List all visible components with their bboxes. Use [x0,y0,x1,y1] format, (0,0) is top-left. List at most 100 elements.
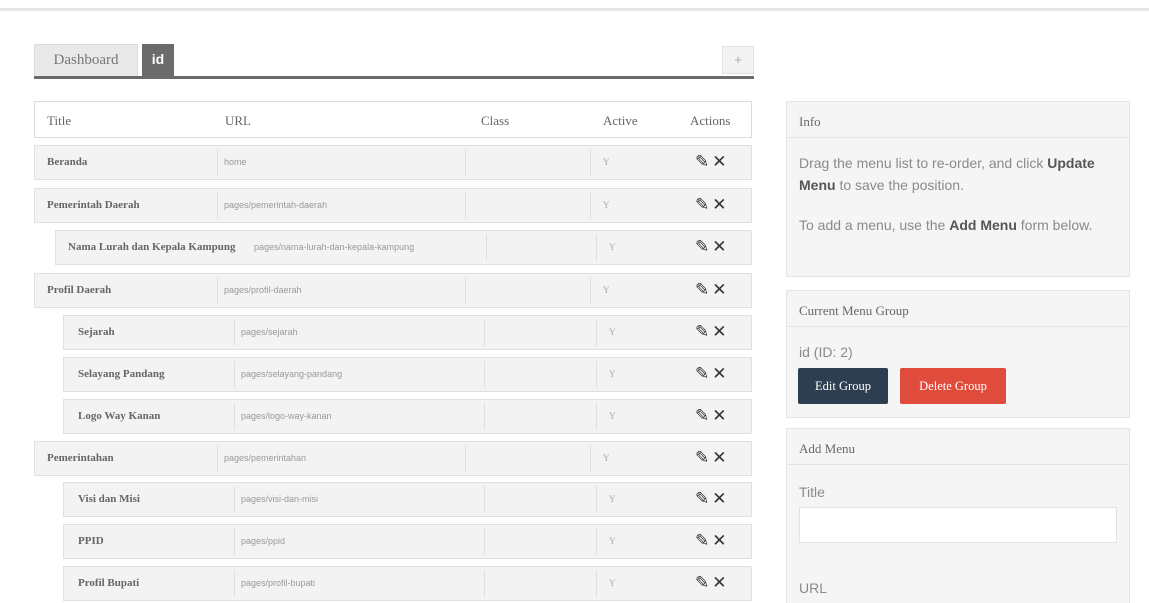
menu-item-active: Y [596,319,616,346]
menu-item-title: Profil Bupati [78,577,140,589]
menu-item-active: Y [596,528,616,555]
row-actions: ✎ ✕ [695,489,727,509]
menu-item-class [486,234,487,261]
menu-row[interactable]: Beranda home Y ✎ ✕ [34,145,752,180]
delete-icon[interactable]: ✕ [712,406,726,426]
menu-row[interactable]: Selayang Pandang pages/selayang-pandang … [63,357,752,392]
menu-item-url: pages/nama-lurah-dan-kepala-kampung [254,242,415,252]
menu-row[interactable]: Profil Daerah pages/profil-daerah Y ✎ ✕ [34,273,752,308]
delete-icon[interactable]: ✕ [712,152,726,172]
menu-item-active: Y [590,149,610,176]
menu-item-url: home [217,149,247,176]
menu-item-title: Pemerintah Daerah [47,199,140,211]
menu-item-active: Y [596,403,616,430]
row-actions: ✎ ✕ [695,573,727,593]
header-active: Active [603,113,638,128]
edit-icon[interactable]: ✎ [695,448,709,468]
delete-icon[interactable]: ✕ [712,280,726,300]
row-actions: ✎ ✕ [695,152,727,172]
menu-item-title: Logo Way Kanan [78,410,161,422]
delete-icon[interactable]: ✕ [712,322,726,342]
delete-group-button[interactable]: Delete Group [900,368,1006,404]
menu-item-active: Y [590,445,610,472]
info-text: To add a menu, use the [799,217,950,233]
menu-item-url: pages/sejarah [234,319,298,346]
row-actions: ✎ ✕ [695,237,727,257]
menu-item-class [484,319,485,346]
info-text: Drag the menu list to re-order, and clic… [799,155,1044,171]
edit-icon[interactable]: ✎ [695,406,709,426]
menu-item-class [484,403,485,430]
menu-table-header: Title URL Class Active Actions [34,101,752,138]
add-tab-button[interactable]: + [722,46,754,74]
url-label: URL [799,580,828,596]
tab-dashboard[interactable]: Dashboard [34,44,138,76]
edit-icon[interactable]: ✎ [695,489,709,509]
menu-item-title: PPID [78,535,104,547]
header-title: Title [47,113,72,128]
menu-row[interactable]: Logo Way Kanan pages/logo-way-kanan Y ✎ ✕ [63,399,752,434]
delete-icon[interactable]: ✕ [712,364,726,384]
menu-item-url: pages/visi-dan-misi [234,486,318,513]
delete-icon[interactable]: ✕ [712,237,726,257]
info-text-bold: Add Menu [949,217,1017,233]
menu-item-active: Y [596,234,616,261]
menu-group-tabs: Dashboard id + [34,40,754,79]
row-actions: ✎ ✕ [695,448,727,468]
info-panel: Info Drag the menu list to re-order, and… [786,101,1130,277]
menu-item-url: pages/profil-daerah [217,277,302,304]
delete-icon[interactable]: ✕ [712,448,726,468]
menu-item-url: pages/pemerintah-daerah [217,192,327,219]
title-input[interactable] [799,507,1117,543]
menu-item-active: Y [596,570,616,597]
add-menu-heading: Add Menu [787,429,1129,465]
delete-icon[interactable]: ✕ [712,195,726,215]
title-label: Title [799,484,825,500]
menu-row[interactable]: Pemerintahan pages/pemerintahan Y ✎ ✕ [34,441,752,476]
menu-item-title: Selayang Pandang [78,368,165,380]
edit-icon[interactable]: ✎ [695,364,709,384]
menu-row[interactable]: Pemerintah Daerah pages/pemerintah-daera… [34,188,752,223]
row-actions: ✎ ✕ [695,364,727,384]
edit-icon[interactable]: ✎ [695,573,709,593]
delete-icon[interactable]: ✕ [712,489,726,509]
edit-icon[interactable]: ✎ [695,322,709,342]
menu-item-active: Y [596,361,616,388]
header-class: Class [481,113,510,128]
menu-item-title: Nama Lurah dan Kepala Kampung [68,241,236,253]
edit-icon[interactable]: ✎ [695,152,709,172]
menu-row[interactable]: Sejarah pages/sejarah Y ✎ ✕ [63,315,752,350]
menu-item-url: pages/selayang-pandang [234,361,342,388]
info-text-drag: Drag the menu list to re-order, and clic… [799,152,1119,196]
menu-item-class [484,570,485,597]
edit-icon[interactable]: ✎ [695,195,709,215]
menu-row[interactable]: Profil Bupati pages/profil-bupati Y ✎ ✕ [63,566,752,601]
edit-group-button[interactable]: Edit Group [798,368,888,404]
row-actions: ✎ ✕ [695,322,727,342]
edit-icon[interactable]: ✎ [695,531,709,551]
tab-id[interactable]: id [142,44,174,76]
menu-item-title: Visi dan Misi [78,493,140,505]
edit-icon[interactable]: ✎ [695,280,709,300]
menu-group-name: id (ID: 2) [799,344,853,360]
menu-item-class [484,486,485,513]
menu-item-class [465,277,466,304]
menu-item-url: pages/ppid [234,528,285,555]
menu-item-active: Y [590,277,610,304]
menu-row[interactable]: Visi dan Misi pages/visi-dan-misi Y ✎ ✕ [63,482,752,517]
edit-icon[interactable]: ✎ [695,237,709,257]
delete-icon[interactable]: ✕ [712,573,726,593]
menu-item-url: pages/pemerintahan [217,445,306,472]
menu-item-title: Profil Daerah [47,284,112,296]
menu-item-class [484,528,485,555]
menu-row[interactable]: PPID pages/ppid Y ✎ ✕ [63,524,752,559]
info-text: form below. [1016,217,1093,233]
header-url: URL [225,113,251,128]
menu-row[interactable]: Nama Lurah dan Kepala Kampung pages/nama… [55,230,752,265]
menu-item-class [465,445,466,472]
delete-icon[interactable]: ✕ [712,531,726,551]
menu-item-url: pages/logo-way-kanan [234,403,332,430]
menu-item-class [484,361,485,388]
menu-item-url: pages/profil-bupati [234,570,315,597]
row-actions: ✎ ✕ [695,531,727,551]
